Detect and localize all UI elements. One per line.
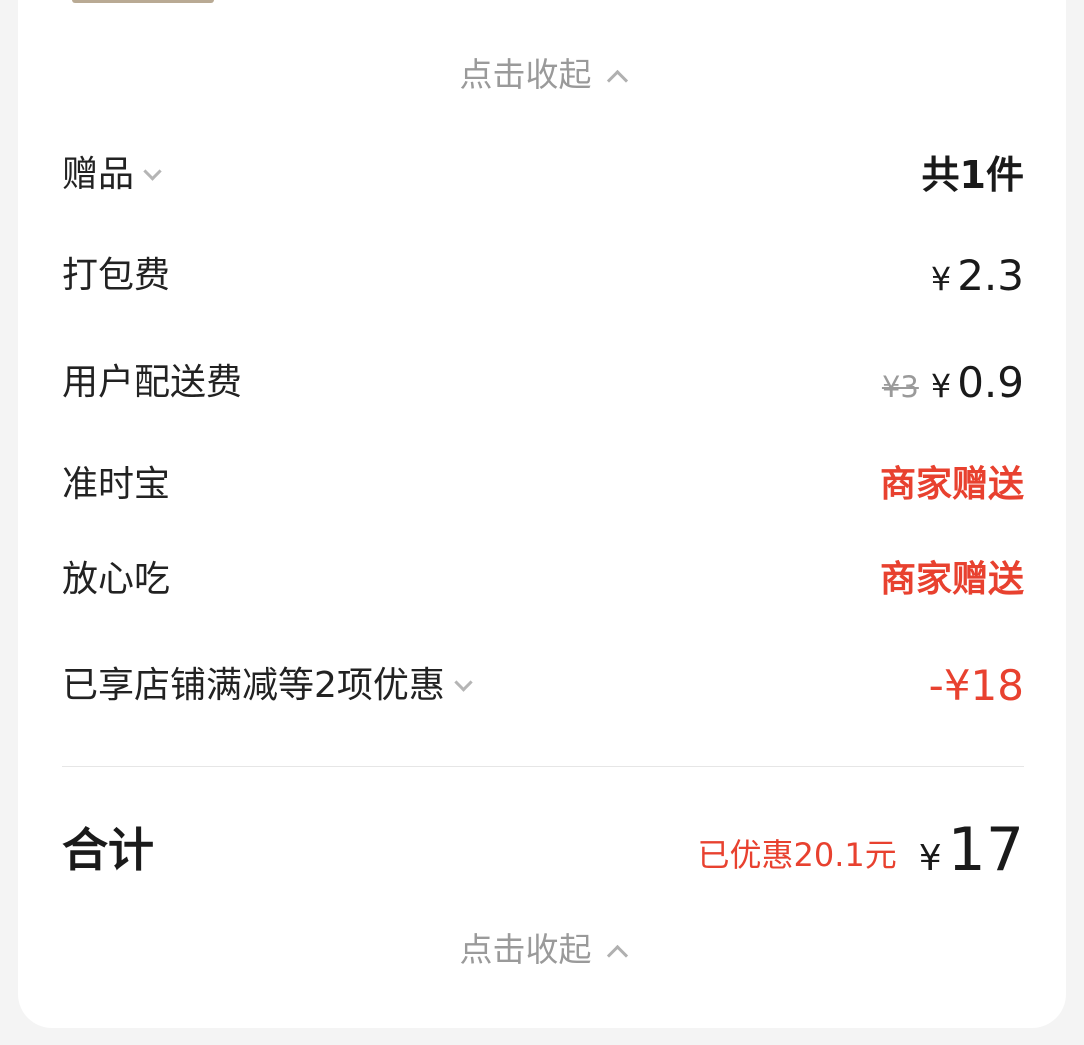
delivery-fee-value: ¥3 ¥0.9 — [882, 353, 1024, 417]
saved-amount: 已优惠20.1元 — [697, 836, 897, 874]
total-row: 合计 已优惠20.1元 ¥17 — [62, 815, 1024, 885]
collapse-label: 点击收起 — [459, 930, 592, 969]
packing-fee-amount: 2.3 — [957, 251, 1024, 300]
gift-label-wrap[interactable]: 赠品 — [62, 145, 162, 205]
safe-eat-value: 商家赠送 — [879, 559, 1024, 600]
collapse-toggle-bottom[interactable]: 点击收起 — [0, 930, 1084, 970]
on-time-guarantee-row: 准时宝 商家赠送 — [62, 455, 1024, 515]
gift-label: 赠品 — [62, 154, 135, 195]
gift-row[interactable]: 赠品 共1件 — [62, 145, 1024, 205]
currency-symbol: ¥ — [930, 260, 952, 298]
product-thumbnail-edge — [72, 0, 214, 3]
delivery-fee-amount: 0.9 — [957, 358, 1024, 407]
safe-eat-label: 放心吃 — [62, 559, 171, 600]
chevron-up-icon — [606, 69, 628, 92]
original-delivery-fee: ¥3 — [881, 370, 919, 404]
packing-fee-row: 打包费 ¥2.3 — [62, 246, 1024, 306]
total-value: 已优惠20.1元 ¥17 — [697, 815, 1024, 885]
discount-label-wrap[interactable]: 已享店铺满减等2项优惠 — [62, 656, 473, 716]
collapse-label: 点击收起 — [459, 55, 592, 94]
on-time-guarantee-value: 商家赠送 — [879, 464, 1024, 505]
chevron-up-icon — [606, 944, 628, 967]
delivery-fee-label: 用户配送费 — [62, 362, 243, 403]
chevron-down-icon — [143, 162, 162, 181]
packing-fee-label: 打包费 — [62, 255, 171, 296]
currency-symbol: ¥ — [930, 367, 952, 405]
total-amount: 17 — [947, 815, 1024, 885]
delivery-fee-row: 用户配送费 ¥3 ¥0.9 — [62, 353, 1024, 413]
packing-fee-value: ¥2.3 — [931, 246, 1024, 309]
divider — [62, 766, 1024, 767]
total-label: 合计 — [62, 823, 154, 877]
discount-label: 已享店铺满减等2项优惠 — [62, 665, 445, 706]
gift-count: 共1件 — [921, 153, 1024, 197]
on-time-guarantee-label: 准时宝 — [62, 464, 171, 505]
discount-value: -¥18 — [928, 661, 1024, 710]
currency-symbol: ¥ — [918, 838, 942, 879]
safe-eat-row: 放心吃 商家赠送 — [62, 550, 1024, 610]
collapse-toggle-top[interactable]: 点击收起 — [0, 55, 1084, 95]
discount-row[interactable]: 已享店铺满减等2项优惠 -¥18 — [62, 656, 1024, 716]
chevron-down-icon — [454, 673, 473, 692]
